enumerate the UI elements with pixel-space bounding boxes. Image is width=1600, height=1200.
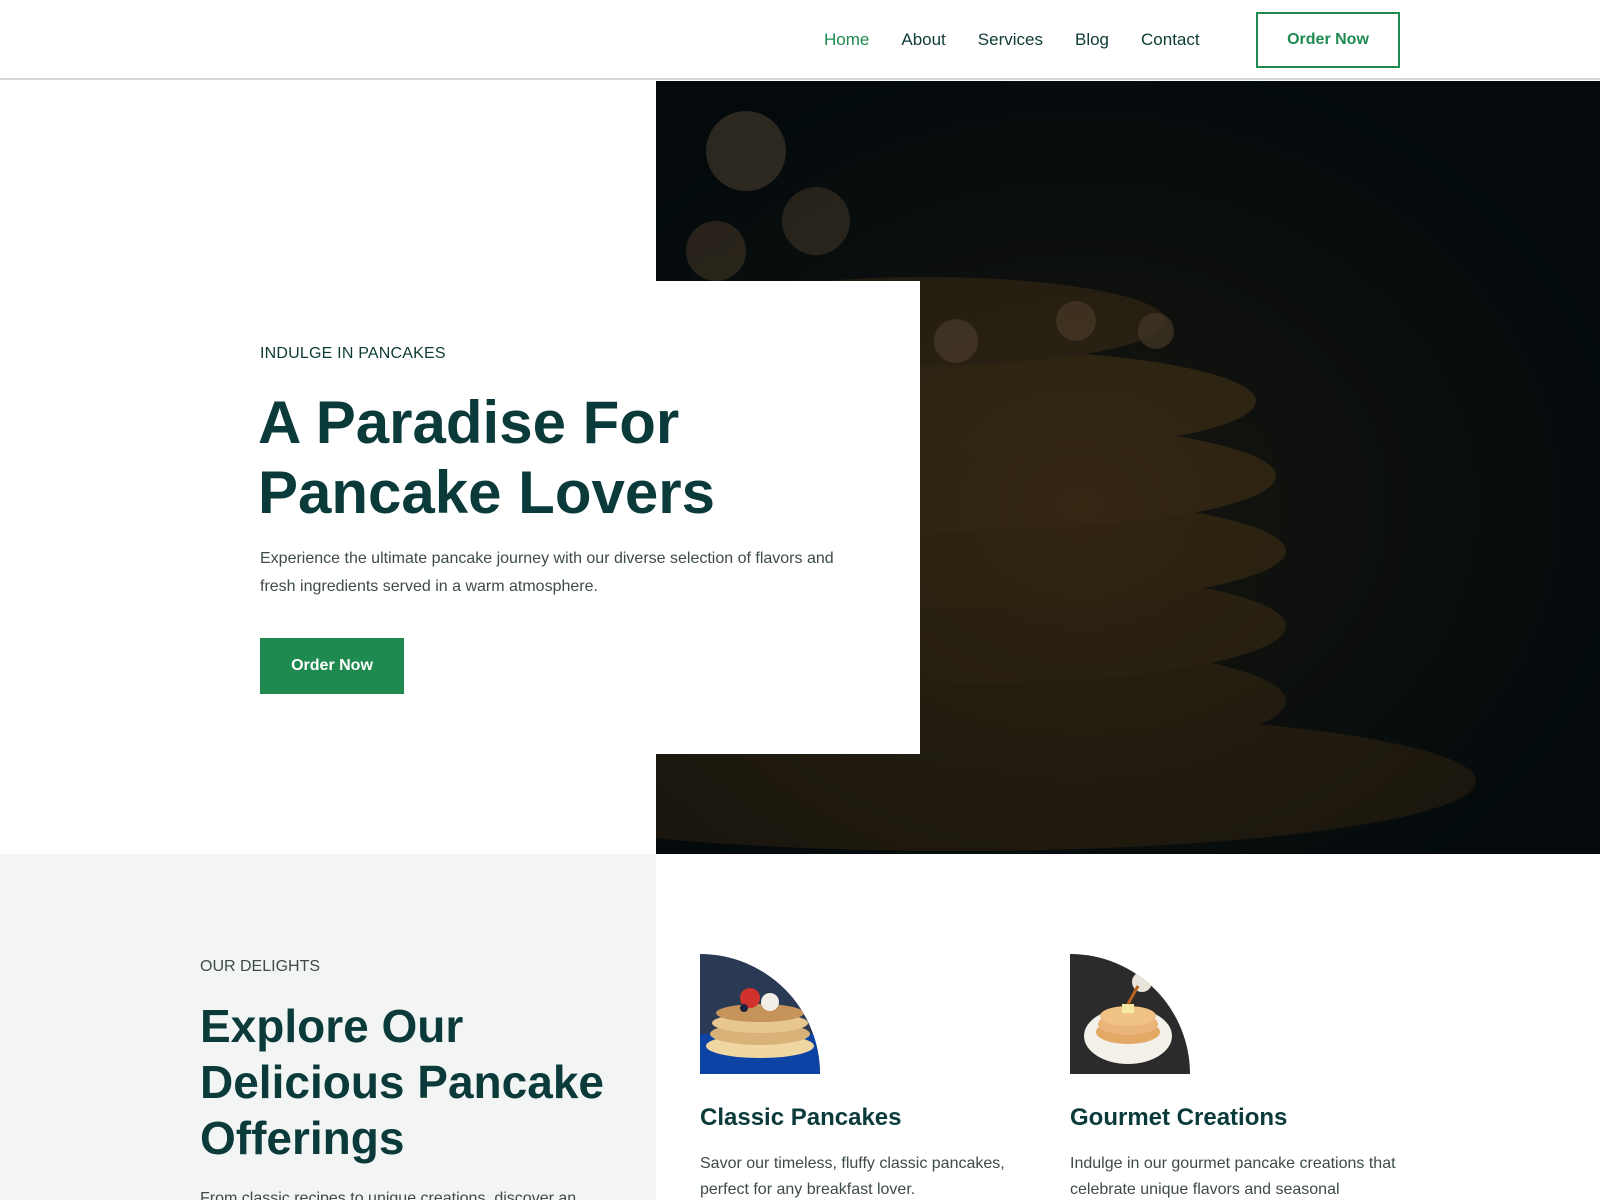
nav-contact[interactable]: Contact <box>1141 30 1200 50</box>
hero-order-button[interactable]: Order Now <box>260 638 404 694</box>
offerings-title-line2: Delicious Pancake <box>200 1056 604 1108</box>
hero-title: A Paradise For Pancake Lovers <box>258 388 858 528</box>
offerings-title: Explore Our Delicious Pancake Offerings <box>200 998 630 1166</box>
nav-services[interactable]: Services <box>978 30 1043 50</box>
hero-eyebrow: INDULGE IN PANCAKES <box>260 345 446 362</box>
header-order-button[interactable]: Order Now <box>1256 12 1400 68</box>
classic-pancakes-description: Savor our timeless, fluffy classic panca… <box>700 1155 1005 1198</box>
nav-about[interactable]: About <box>901 30 945 50</box>
offerings-eyebrow: OUR DELIGHTS <box>200 958 321 975</box>
main-nav: Home About Services Blog Contact <box>824 0 1232 80</box>
gourmet-creations-description: Indulge in our gourmet pancake creations… <box>1070 1155 1396 1198</box>
nav-home[interactable]: Home <box>824 30 869 50</box>
offerings-title-line1: Explore Our <box>200 1000 464 1052</box>
site-header: Home About Services Blog Contact Order N… <box>0 0 1600 80</box>
offerings-description: From classic recipes to unique creations… <box>200 1190 577 1200</box>
hero-title-line2: Pancake Lovers <box>258 459 715 526</box>
hero-title-line1: A Paradise For <box>258 389 680 456</box>
classic-pancakes-title: Classic Pancakes <box>700 1104 902 1131</box>
gourmet-creations-title: Gourmet Creations <box>1070 1104 1288 1131</box>
hero-description: Experience the ultimate pancake journey … <box>260 550 834 595</box>
nav-blog[interactable]: Blog <box>1075 30 1109 50</box>
offerings-title-line3: Offerings <box>200 1112 405 1164</box>
